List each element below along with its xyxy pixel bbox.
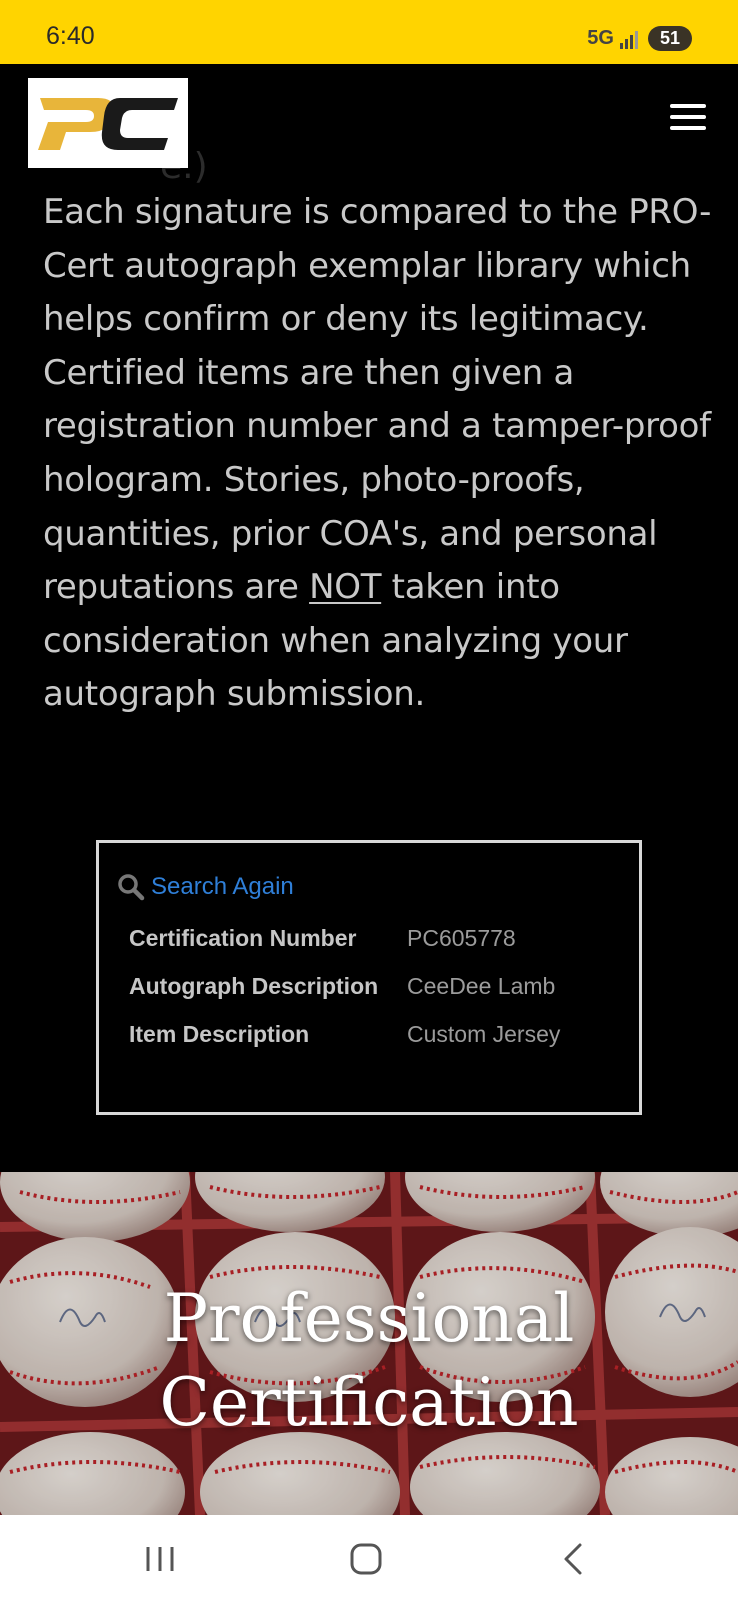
status-time: 6:40 (46, 22, 95, 50)
cert-value: CeeDee Lamb (407, 973, 556, 999)
battery-badge: 51 (647, 26, 692, 51)
signal-icon (619, 30, 638, 49)
hero-title-line2: Certification (159, 1364, 579, 1441)
search-icon (118, 874, 145, 901)
pc-logo-icon (38, 98, 178, 150)
certificate-result-box: Search Again Certification Number PC6057… (96, 840, 642, 1115)
home-icon[interactable] (346, 1539, 386, 1579)
recents-icon[interactable] (140, 1539, 180, 1579)
intro-paragraph: Each signature is compared to the PRO-Ce… (43, 186, 723, 722)
hero-title-line1: Professional (163, 1280, 575, 1357)
cert-value: PC605778 (407, 925, 516, 951)
hamburger-menu-icon[interactable] (670, 104, 706, 134)
site-header: e.) (0, 64, 738, 187)
hero-title: Professional Certification (0, 1277, 738, 1445)
search-again-link[interactable]: Search Again (117, 873, 294, 901)
cert-value: Custom Jersey (407, 1021, 561, 1047)
intro-text-before: Each signature is compared to the PRO-Ce… (43, 192, 712, 608)
network-label: 5G (587, 27, 614, 49)
intro-emphasis: NOT (309, 567, 382, 608)
pc-logo[interactable] (28, 78, 188, 168)
cert-label: Autograph Description (129, 973, 379, 999)
status-bar: 6:40 5G 51 (0, 0, 738, 64)
status-icons: 5G 51 (587, 26, 692, 51)
search-again-label: Search Again (151, 873, 294, 900)
back-icon[interactable] (554, 1539, 594, 1579)
hero-banner: Professional Certification (0, 1172, 738, 1515)
system-nav-bar (0, 1515, 738, 1600)
cert-label: Item Description (129, 1021, 310, 1047)
cert-label: Certification Number (129, 925, 357, 951)
